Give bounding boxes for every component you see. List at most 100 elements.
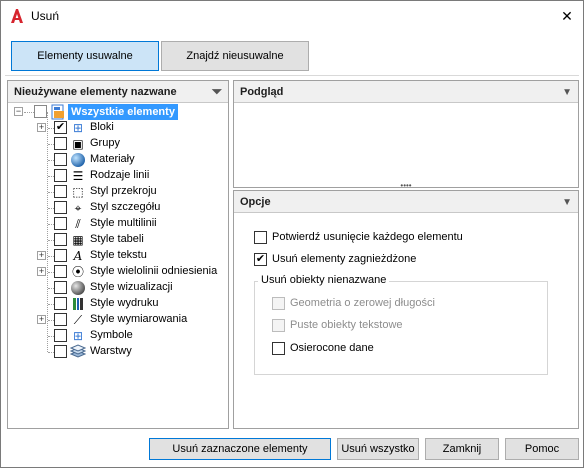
plot-styles-label: Style wydruku bbox=[90, 297, 159, 309]
expand-icon[interactable]: + bbox=[37, 123, 46, 132]
table-styles-label: Style tabeli bbox=[90, 233, 144, 245]
zero-length-label: Geometria o zerowej długości bbox=[290, 297, 435, 309]
close-icon[interactable]: ✕ bbox=[551, 1, 583, 31]
tree-item-multileader-styles[interactable]: + ⦿ Style wielolinii odniesienia bbox=[8, 264, 228, 280]
purge-nested-label: Usuń elementy zagnieżdżone bbox=[272, 253, 417, 265]
layers-label: Warstwy bbox=[90, 345, 132, 357]
multileader-styles-checkbox[interactable] bbox=[54, 265, 67, 278]
groups-label: Grupy bbox=[90, 137, 120, 149]
tree-item-materials[interactable]: Materiały bbox=[8, 152, 228, 168]
options-header[interactable]: Opcje ▼ bbox=[234, 191, 578, 213]
collapse-icon[interactable]: − bbox=[14, 107, 23, 116]
linetypes-checkbox[interactable] bbox=[54, 169, 67, 182]
tree-item-detail-style[interactable]: ⌖ Styl szczegółu bbox=[8, 200, 228, 216]
tree-item-multiline-styles[interactable]: ⫽ Style multilinii bbox=[8, 216, 228, 232]
multiline-style-icon: ⫽ bbox=[75, 217, 81, 231]
tree-item-blocks[interactable]: + ✔ ⊞ Bloki bbox=[8, 120, 228, 136]
visual-styles-checkbox[interactable] bbox=[54, 281, 67, 294]
multiline-styles-label: Style multilinii bbox=[90, 217, 157, 229]
materials-checkbox[interactable] bbox=[54, 153, 67, 166]
preview-header[interactable]: Podgląd ▼ bbox=[234, 81, 578, 103]
section-style-icon: ⬚ bbox=[72, 185, 84, 199]
section-style-checkbox[interactable] bbox=[54, 185, 67, 198]
tree-item-symbols[interactable]: ⊞ Symbole bbox=[8, 328, 228, 344]
material-sphere-icon bbox=[71, 153, 85, 167]
visual-style-icon bbox=[71, 281, 85, 295]
text-styles-checkbox[interactable] bbox=[54, 249, 67, 262]
layers-checkbox[interactable] bbox=[54, 345, 67, 358]
tree-root-row[interactable]: − Wszystkie elementy bbox=[8, 104, 228, 120]
table-styles-checkbox[interactable] bbox=[54, 233, 67, 246]
groups-checkbox[interactable] bbox=[54, 137, 67, 150]
named-items-header-label: Nieużywane elementy nazwane bbox=[14, 86, 177, 98]
confirm-each-label: Potwierdź usunięcie każdego elementu bbox=[272, 231, 463, 243]
plot-styles-checkbox[interactable] bbox=[54, 297, 67, 310]
tree-item-section-style[interactable]: ⬚ Styl przekroju bbox=[8, 184, 228, 200]
dimension-styles-checkbox[interactable] bbox=[54, 313, 67, 326]
all-items-checkbox[interactable] bbox=[34, 105, 47, 118]
dimension-style-icon: ⟋ bbox=[73, 313, 83, 327]
expand-icon[interactable]: + bbox=[37, 315, 46, 324]
purge-all-button[interactable]: Usuń wszystko bbox=[337, 438, 419, 460]
tree-item-layers[interactable]: Warstwy bbox=[8, 344, 228, 360]
expand-icon[interactable]: + bbox=[37, 251, 46, 260]
visual-styles-label: Style wizualizacji bbox=[90, 281, 173, 293]
help-button[interactable]: Pomoc bbox=[505, 438, 579, 460]
tab-divider bbox=[5, 75, 579, 76]
named-items-header[interactable]: Nieużywane elementy nazwane ⏷ bbox=[8, 81, 228, 103]
tree-item-linetypes[interactable]: ☰ Rodzaje linii bbox=[8, 168, 228, 184]
purge-nested-checkbox[interactable]: ✔ bbox=[254, 253, 267, 266]
window-title: Usuń bbox=[31, 9, 60, 23]
group-icon: ▣ bbox=[72, 137, 84, 151]
tree-item-plot-styles[interactable]: Style wydruku bbox=[8, 296, 228, 312]
multileader-style-icon: ⦿ bbox=[71, 265, 84, 279]
section-style-label: Styl przekroju bbox=[90, 185, 157, 197]
autocad-logo-icon bbox=[11, 9, 23, 23]
layers-icon bbox=[70, 344, 86, 358]
options-panel: Opcje ▼ Potwierdź usunięcie każdego elem… bbox=[233, 190, 579, 429]
text-styles-label: Style tekstu bbox=[90, 249, 147, 261]
multileader-styles-label: Style wielolinii odniesienia bbox=[90, 265, 218, 277]
block-icon: ⊞ bbox=[72, 121, 84, 135]
tree-connector bbox=[24, 112, 34, 113]
drawing-file-icon bbox=[51, 104, 64, 120]
blocks-label: Bloki bbox=[90, 121, 114, 133]
materials-label: Materiały bbox=[90, 153, 135, 165]
blocks-checkbox[interactable]: ✔ bbox=[54, 121, 67, 134]
symbols-checkbox[interactable] bbox=[54, 329, 67, 342]
collapse-triangle-icon[interactable]: ▼ bbox=[562, 192, 572, 214]
tab-purgeable-items[interactable]: Elementy usuwalne bbox=[11, 41, 159, 71]
preview-header-label: Podgląd bbox=[240, 86, 284, 98]
named-items-panel: Nieużywane elementy nazwane ⏷ − Wszystki… bbox=[7, 80, 229, 429]
zero-length-checkbox bbox=[272, 297, 285, 310]
tree-item-dimension-styles[interactable]: + ⟋ Style wymiarowania bbox=[8, 312, 228, 328]
orphaned-data-checkbox[interactable] bbox=[272, 342, 285, 355]
table-style-icon: ▦ bbox=[72, 233, 84, 247]
tree-item-table-styles[interactable]: ▦ Style tabeli bbox=[8, 232, 228, 248]
confirm-each-checkbox[interactable] bbox=[254, 231, 267, 244]
symbol-icon: ⊞ bbox=[72, 329, 84, 343]
linetypes-label: Rodzaje linii bbox=[90, 169, 150, 181]
purge-checked-button[interactable]: Usuń zaznaczone elementy bbox=[149, 438, 331, 460]
orphaned-data-label: Osierocone dane bbox=[290, 342, 374, 354]
detail-style-checkbox[interactable] bbox=[54, 201, 67, 214]
detail-style-label: Styl szczegółu bbox=[90, 201, 161, 213]
empty-text-checkbox bbox=[272, 319, 285, 332]
linetype-icon: ☰ bbox=[72, 169, 84, 183]
collapse-double-chevron-icon[interactable]: ⏷ bbox=[212, 81, 222, 103]
all-items-label: Wszystkie elementy bbox=[68, 104, 178, 120]
text-style-icon: A bbox=[73, 249, 83, 263]
expand-icon[interactable]: + bbox=[37, 267, 46, 276]
dimension-styles-label: Style wymiarowania bbox=[90, 313, 188, 325]
purge-dialog: Usuń ✕ Elementy usuwalne Znajdź nieusuwa… bbox=[0, 0, 584, 468]
title-bar: Usuń ✕ bbox=[1, 1, 583, 32]
tree-item-text-styles[interactable]: + A Style tekstu bbox=[8, 248, 228, 264]
multiline-styles-checkbox[interactable] bbox=[54, 217, 67, 230]
close-button[interactable]: Zamknij bbox=[425, 438, 499, 460]
tab-find-non-purgeable[interactable]: Znajdź nieusuwalne bbox=[161, 41, 309, 71]
symbols-label: Symbole bbox=[90, 329, 133, 341]
tree-item-visual-styles[interactable]: Style wizualizacji bbox=[8, 280, 228, 296]
plot-style-icon bbox=[73, 298, 83, 310]
collapse-triangle-icon[interactable]: ▼ bbox=[562, 82, 572, 104]
tree-item-groups[interactable]: ▣ Grupy bbox=[8, 136, 228, 152]
